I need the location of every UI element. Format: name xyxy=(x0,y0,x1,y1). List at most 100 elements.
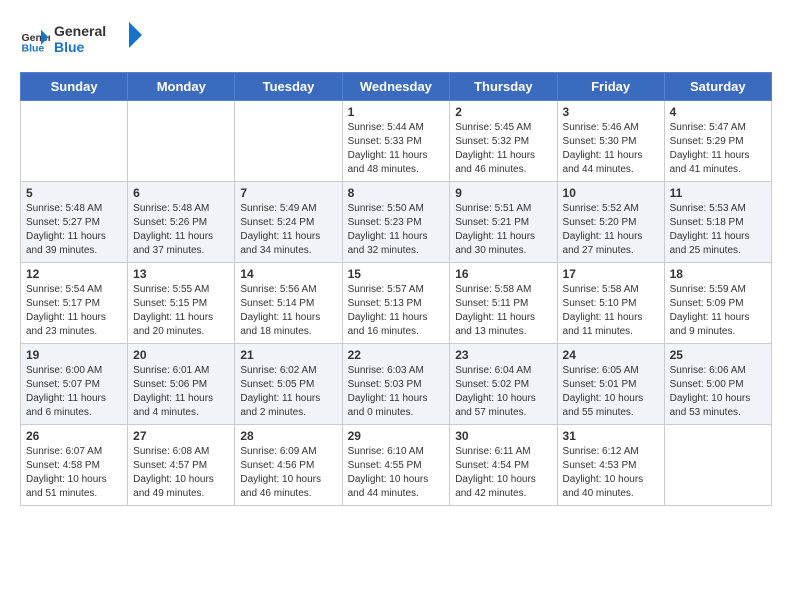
day-number: 25 xyxy=(670,348,766,362)
day-info: Sunrise: 5:50 AM Sunset: 5:23 PM Dayligh… xyxy=(348,202,445,258)
day-number: 10 xyxy=(563,186,659,200)
weekday-header-sunday: Sunday xyxy=(21,72,128,100)
calendar-cell: 21 Sunrise: 6:02 AM Sunset: 5:05 PM Dayli… xyxy=(235,343,342,424)
day-info: Sunrise: 6:09 AM Sunset: 4:56 PM Dayligh… xyxy=(240,445,336,501)
day-info: Sunrise: 5:46 AM Sunset: 5:30 PM Dayligh… xyxy=(563,121,659,177)
day-info: Sunrise: 5:55 AM Sunset: 5:15 PM Dayligh… xyxy=(133,283,229,339)
day-info: Sunrise: 5:49 AM Sunset: 5:24 PM Dayligh… xyxy=(240,202,336,258)
calendar-cell: 16 Sunrise: 5:58 AM Sunset: 5:11 PM Dayli… xyxy=(450,262,557,343)
day-number: 9 xyxy=(455,186,551,200)
day-info: Sunrise: 6:12 AM Sunset: 4:53 PM Dayligh… xyxy=(563,445,659,501)
day-info: Sunrise: 6:10 AM Sunset: 4:55 PM Dayligh… xyxy=(348,445,445,501)
day-number: 13 xyxy=(133,267,229,281)
day-number: 18 xyxy=(670,267,766,281)
calendar-cell: 17Sunrise: 5:58 AM Sunset: 5:10 PM Dayli… xyxy=(557,262,664,343)
week-row-1: 1 Sunrise: 5:44 AM Sunset: 5:33 PM Daylig… xyxy=(21,100,772,181)
week-row-4: 19 Sunrise: 6:00 AM Sunset: 5:07 PM Dayli… xyxy=(21,343,772,424)
calendar-cell: 20 Sunrise: 6:01 AM Sunset: 5:06 PM Dayli… xyxy=(128,343,235,424)
day-number: 26 xyxy=(26,429,122,443)
calendar-cell xyxy=(235,100,342,181)
day-info: Sunrise: 5:59 AM Sunset: 5:09 PM Dayligh… xyxy=(670,283,766,339)
day-number: 29 xyxy=(348,429,445,443)
day-number: 23 xyxy=(455,348,551,362)
calendar-cell xyxy=(664,424,771,505)
weekday-header-row: SundayMondayTuesdayWednesdayThursdayFrid… xyxy=(21,72,772,100)
calendar-table: SundayMondayTuesdayWednesdayThursdayFrid… xyxy=(20,72,772,506)
logo-icon: General Blue xyxy=(20,26,50,56)
calendar-cell: 23 Sunrise: 6:04 AM Sunset: 5:02 PM Dayli… xyxy=(450,343,557,424)
calendar-cell: 10 Sunrise: 5:52 AM Sunset: 5:20 PM Dayli… xyxy=(557,181,664,262)
day-number: 24 xyxy=(563,348,659,362)
day-number: 5 xyxy=(26,186,122,200)
day-info: Sunrise: 5:58 AM Sunset: 5:11 PM Dayligh… xyxy=(455,283,551,339)
calendar-cell xyxy=(21,100,128,181)
svg-text:Blue: Blue xyxy=(22,42,45,54)
weekday-header-friday: Friday xyxy=(557,72,664,100)
day-info: Sunrise: 5:54 AM Sunset: 5:17 PM Dayligh… xyxy=(26,283,122,339)
day-number: 3 xyxy=(563,105,659,119)
day-info: Sunrise: 6:02 AM Sunset: 5:05 PM Dayligh… xyxy=(240,364,336,420)
day-info: Sunrise: 5:56 AM Sunset: 5:14 PM Dayligh… xyxy=(240,283,336,339)
day-info: Sunrise: 5:48 AM Sunset: 5:27 PM Dayligh… xyxy=(26,202,122,258)
calendar-cell: 13 Sunrise: 5:55 AM Sunset: 5:15 PM Dayli… xyxy=(128,262,235,343)
day-number: 28 xyxy=(240,429,336,443)
calendar-cell: 5 Sunrise: 5:48 AM Sunset: 5:27 PM Daylig… xyxy=(21,181,128,262)
calendar-cell: 27 Sunrise: 6:08 AM Sunset: 4:57 PM Dayli… xyxy=(128,424,235,505)
day-info: Sunrise: 6:00 AM Sunset: 5:07 PM Dayligh… xyxy=(26,364,122,420)
calendar-cell: 12 Sunrise: 5:54 AM Sunset: 5:17 PM Dayli… xyxy=(21,262,128,343)
day-info: Sunrise: 6:08 AM Sunset: 4:57 PM Dayligh… xyxy=(133,445,229,501)
week-row-5: 26 Sunrise: 6:07 AM Sunset: 4:58 PM Dayli… xyxy=(21,424,772,505)
day-info: Sunrise: 6:01 AM Sunset: 5:06 PM Dayligh… xyxy=(133,364,229,420)
weekday-header-monday: Monday xyxy=(128,72,235,100)
day-number: 17 xyxy=(563,267,659,281)
day-number: 30 xyxy=(455,429,551,443)
calendar-cell: 31 Sunrise: 6:12 AM Sunset: 4:53 PM Dayli… xyxy=(557,424,664,505)
week-row-3: 12 Sunrise: 5:54 AM Sunset: 5:17 PM Dayli… xyxy=(21,262,772,343)
calendar-cell: 11 Sunrise: 5:53 AM Sunset: 5:18 PM Dayli… xyxy=(664,181,771,262)
weekday-header-tuesday: Tuesday xyxy=(235,72,342,100)
calendar-cell: 9 Sunrise: 5:51 AM Sunset: 5:21 PM Daylig… xyxy=(450,181,557,262)
calendar-cell: 3 Sunrise: 5:46 AM Sunset: 5:30 PM Daylig… xyxy=(557,100,664,181)
day-number: 14 xyxy=(240,267,336,281)
week-row-2: 5 Sunrise: 5:48 AM Sunset: 5:27 PM Daylig… xyxy=(21,181,772,262)
calendar-cell: 7Sunrise: 5:49 AM Sunset: 5:24 PM Daylig… xyxy=(235,181,342,262)
day-number: 2 xyxy=(455,105,551,119)
day-number: 19 xyxy=(26,348,122,362)
page-header: General Blue General Blue xyxy=(20,20,772,62)
day-number: 1 xyxy=(348,105,445,119)
calendar-cell: 26 Sunrise: 6:07 AM Sunset: 4:58 PM Dayli… xyxy=(21,424,128,505)
day-number: 16 xyxy=(455,267,551,281)
weekday-header-thursday: Thursday xyxy=(450,72,557,100)
calendar-cell: 22Sunrise: 6:03 AM Sunset: 5:03 PM Dayli… xyxy=(342,343,450,424)
day-number: 8 xyxy=(348,186,445,200)
weekday-header-wednesday: Wednesday xyxy=(342,72,450,100)
calendar-cell: 4Sunrise: 5:47 AM Sunset: 5:29 PM Daylig… xyxy=(664,100,771,181)
day-number: 6 xyxy=(133,186,229,200)
day-info: Sunrise: 5:52 AM Sunset: 5:20 PM Dayligh… xyxy=(563,202,659,258)
day-number: 4 xyxy=(670,105,766,119)
day-info: Sunrise: 6:03 AM Sunset: 5:03 PM Dayligh… xyxy=(348,364,445,420)
day-info: Sunrise: 6:05 AM Sunset: 5:01 PM Dayligh… xyxy=(563,364,659,420)
calendar-cell: 15Sunrise: 5:57 AM Sunset: 5:13 PM Dayli… xyxy=(342,262,450,343)
day-number: 20 xyxy=(133,348,229,362)
calendar-cell: 29 Sunrise: 6:10 AM Sunset: 4:55 PM Dayli… xyxy=(342,424,450,505)
calendar-cell xyxy=(128,100,235,181)
svg-text:Blue: Blue xyxy=(54,39,85,55)
day-info: Sunrise: 5:44 AM Sunset: 5:33 PM Dayligh… xyxy=(348,121,445,177)
calendar-cell: 30Sunrise: 6:11 AM Sunset: 4:54 PM Dayli… xyxy=(450,424,557,505)
day-info: Sunrise: 6:04 AM Sunset: 5:02 PM Dayligh… xyxy=(455,364,551,420)
day-number: 15 xyxy=(348,267,445,281)
calendar-cell: 25 Sunrise: 6:06 AM Sunset: 5:00 PM Dayli… xyxy=(664,343,771,424)
day-info: Sunrise: 5:53 AM Sunset: 5:18 PM Dayligh… xyxy=(670,202,766,258)
day-number: 11 xyxy=(670,186,766,200)
day-number: 12 xyxy=(26,267,122,281)
day-info: Sunrise: 5:48 AM Sunset: 5:26 PM Dayligh… xyxy=(133,202,229,258)
day-number: 21 xyxy=(240,348,336,362)
day-info: Sunrise: 6:06 AM Sunset: 5:00 PM Dayligh… xyxy=(670,364,766,420)
day-number: 27 xyxy=(133,429,229,443)
calendar-cell: 1 Sunrise: 5:44 AM Sunset: 5:33 PM Daylig… xyxy=(342,100,450,181)
day-info: Sunrise: 6:07 AM Sunset: 4:58 PM Dayligh… xyxy=(26,445,122,501)
day-number: 31 xyxy=(563,429,659,443)
weekday-header-saturday: Saturday xyxy=(664,72,771,100)
day-info: Sunrise: 5:51 AM Sunset: 5:21 PM Dayligh… xyxy=(455,202,551,258)
